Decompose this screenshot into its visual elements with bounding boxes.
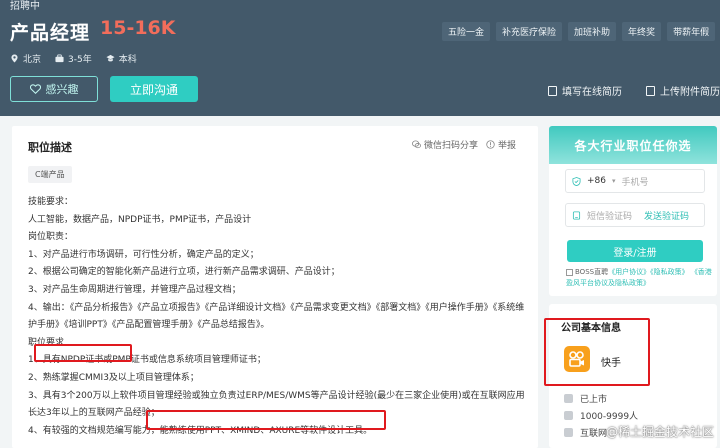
desc-line: 岗位职责： (28, 232, 74, 243)
job-description-text: 技能要求： 人工智能，数据产品，NPDP证书，PMP证书，产品设计 岗位职责： … (28, 194, 533, 440)
phone-input[interactable]: +86 ▾ 手机号 (565, 169, 705, 193)
meta-city-text: 北京 (23, 55, 42, 65)
wechat-share-button[interactable]: 微信扫码分享 (412, 138, 478, 151)
highlight-box (544, 318, 650, 386)
agree-prefix: BOSS直聘 (575, 268, 609, 276)
fill-resume-link[interactable]: 填写在线简历 (548, 83, 622, 98)
desc-line: 技能要求： (28, 197, 74, 207)
sms-icon (572, 210, 581, 220)
agreement-text: BOSS直聘《用户协议》《隐私政策》 《香港盈风平台协议及隐私政策》 (566, 267, 714, 289)
highlight-box (34, 344, 132, 362)
meta-degree-text: 本科 (118, 55, 137, 65)
fill-resume-label: 填写在线简历 (562, 87, 622, 98)
job-title: 产品经理 (10, 22, 91, 44)
heart-icon (29, 84, 41, 94)
benefit-tag: 五险一金 (442, 22, 491, 41)
interest-label: 感兴趣 (45, 83, 79, 96)
job-salary: 15-16K (100, 17, 176, 39)
meta-degree: 本科 (106, 52, 137, 65)
job-meta: 北京 3-5年 本科 (10, 52, 137, 65)
watermark: @稀土掘金技术社区 (606, 425, 715, 439)
company-industry-text: 互联网 (580, 429, 608, 439)
people-icon (564, 411, 573, 420)
job-header: 招聘中 产品经理 15-16K 五险一金 补充医疗保险 加班补助 年终奖 带薪年… (0, 0, 720, 116)
briefcase-icon (55, 54, 64, 63)
desc-line: 2、熟练掌握CMMI3及以上项目管理体系； (28, 372, 199, 383)
meta-city: 北京 (10, 52, 41, 65)
job-tag: C端产品 (28, 166, 72, 183)
benefit-tag: 带薪年假 (667, 22, 716, 41)
report-button[interactable]: 举报 (486, 138, 516, 151)
send-code-button[interactable]: 发送验证码 (644, 209, 689, 222)
company-industry: 互联网 (564, 426, 607, 439)
warning-icon (486, 140, 495, 149)
login-heading: 各大行业职位任你选 (549, 126, 717, 164)
chevron-down-icon: ▾ (612, 177, 616, 185)
interest-button[interactable]: 感兴趣 (10, 76, 98, 102)
highlight-box (146, 410, 386, 430)
chat-now-button[interactable]: 立即沟通 (110, 76, 198, 102)
upload-resume-label: 上传附件简历 (660, 87, 720, 98)
meta-experience-text: 3-5年 (68, 55, 92, 65)
desc-line: 4、输出：《产品分析报告》《产品立项报告》《产品详细设计文档》《产品需求变更文档… (28, 302, 525, 331)
benefit-tag: 年终奖 (622, 22, 662, 41)
code-placeholder: 短信验证码 (587, 211, 633, 222)
login-submit-button[interactable]: 登录/注册 (567, 240, 703, 262)
job-description-card: 职位描述 微信扫码分享 举报 C端产品 技能要求： 人工智能，数据产品，NPDP… (12, 126, 538, 448)
agreement-checkbox[interactable] (566, 268, 573, 276)
privacy-policy-link[interactable]: 《隐私政策》 (650, 268, 689, 276)
desc-line: 人工智能，数据产品，NPDP证书，PMP证书，产品设计 (28, 214, 252, 225)
section-title: 职位描述 (28, 141, 72, 154)
login-card: 各大行业职位任你选 +86 ▾ 手机号 短信验证码 发送验证码 登录/注册 BO… (549, 126, 717, 296)
desc-line: 2、根据公司确定的智能化新产品进行立项，进行新产品需求调研、产品设计； (28, 267, 340, 278)
desc-line: 3、对产品生命周期进行管理，并管理产品过程文档； (28, 284, 241, 295)
wechat-icon (412, 140, 421, 149)
company-size: 1000-9999人 (564, 409, 638, 422)
share-label: 微信扫码分享 (424, 141, 479, 151)
stage-icon (564, 394, 573, 403)
report-label: 举报 (498, 141, 517, 151)
edit-document-icon (548, 85, 557, 96)
benefit-tag: 补充医疗保险 (496, 22, 563, 41)
job-status: 招聘中 (10, 1, 40, 12)
benefit-tags: 五险一金 补充医疗保险 加班补助 年终奖 带薪年假 (442, 22, 716, 41)
company-stage: 已上市 (564, 392, 607, 405)
company-size-text: 1000-9999人 (580, 412, 639, 422)
industry-icon (564, 428, 573, 437)
graduation-cap-icon (106, 54, 115, 62)
shield-check-icon (572, 176, 581, 186)
company-stage-text: 已上市 (580, 395, 608, 405)
benefit-tag: 加班补助 (568, 22, 617, 41)
meta-experience: 3-5年 (55, 52, 92, 65)
location-icon (11, 54, 18, 63)
upload-resume-link[interactable]: 上传附件简历 (646, 83, 720, 98)
phone-placeholder: 手机号 (621, 177, 649, 188)
user-agreement-link[interactable]: 《用户协议》 (608, 268, 650, 276)
upload-icon (646, 85, 655, 96)
desc-line: 1、对产品进行市场调研，可行性分析，确定产品的定义； (28, 249, 259, 260)
sms-code-input[interactable]: 短信验证码 发送验证码 (565, 203, 705, 227)
country-code[interactable]: +86 (587, 176, 606, 186)
